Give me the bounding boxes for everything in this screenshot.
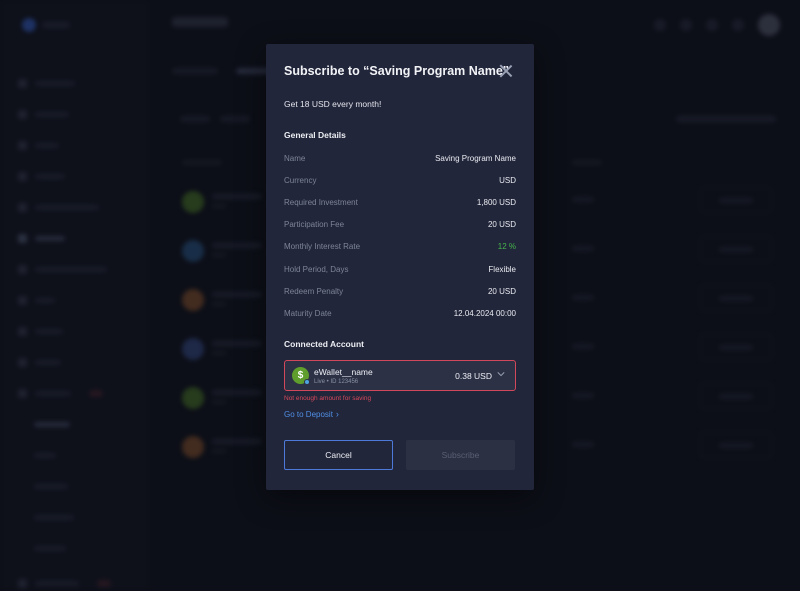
- detail-row-required-investment: Required Investment 1,800 USD: [284, 196, 516, 208]
- detail-label: Name: [284, 153, 306, 163]
- error-message: Not enough amount for saving: [284, 395, 372, 402]
- detail-row-hold-period: Hold Period, Days Flexible: [284, 263, 516, 275]
- account-select[interactable]: $ eWallet__name Live • ID 123456 0.38 US…: [284, 360, 516, 391]
- chevron-down-icon: [497, 372, 505, 377]
- subscribe-button[interactable]: Subscribe: [406, 440, 515, 470]
- modal-subtitle: Get 18 USD every month!: [284, 99, 382, 109]
- detail-value: 12.04.2024 00:00: [453, 308, 516, 318]
- account-name: eWallet__name: [314, 367, 373, 377]
- detail-row-name: Name Saving Program Name: [284, 152, 516, 164]
- connected-account-heading: Connected Account: [284, 339, 364, 349]
- detail-row-maturity-date: Maturity Date 12.04.2024 00:00: [284, 307, 516, 319]
- chevron-right-icon: ›: [335, 409, 339, 419]
- detail-value: USD: [499, 175, 516, 185]
- modal-title: Subscribe to “Saving Program Name”: [284, 64, 510, 78]
- detail-label: Maturity Date: [284, 308, 332, 318]
- cancel-button[interactable]: Cancel: [284, 440, 393, 470]
- close-icon[interactable]: [499, 64, 513, 78]
- detail-label: Currency: [284, 175, 317, 185]
- deposit-link-label: Go to Deposit: [284, 410, 333, 419]
- detail-value: 20 USD: [487, 286, 516, 296]
- detail-value: 12 %: [497, 241, 516, 251]
- detail-label: Hold Period, Days: [284, 264, 349, 274]
- go-to-deposit-link[interactable]: Go to Deposit ›: [284, 409, 339, 420]
- account-id: Live • ID 123456: [314, 379, 359, 385]
- detail-value: Saving Program Name: [435, 153, 516, 163]
- account-balance: 0.38 USD: [455, 371, 492, 381]
- detail-label: Redeem Penalty: [284, 286, 344, 296]
- detail-row-currency: Currency USD: [284, 174, 516, 186]
- detail-row-participation-fee: Participation Fee 20 USD: [284, 218, 516, 230]
- detail-value: 1,800 USD: [476, 197, 516, 207]
- subscribe-modal: Subscribe to “Saving Program Name” Get 1…: [266, 44, 534, 490]
- detail-label: Required Investment: [284, 197, 358, 207]
- detail-value: Flexible: [488, 264, 516, 274]
- general-details-heading: General Details: [284, 130, 346, 140]
- detail-label: Monthly Interest Rate: [284, 241, 361, 251]
- detail-row-monthly-interest-rate: Monthly Interest Rate 12 %: [284, 240, 516, 252]
- detail-row-redeem-penalty: Redeem Penalty 20 USD: [284, 285, 516, 297]
- live-status-dot-icon: [304, 379, 310, 385]
- detail-label: Participation Fee: [284, 219, 345, 229]
- detail-value: 20 USD: [487, 219, 516, 229]
